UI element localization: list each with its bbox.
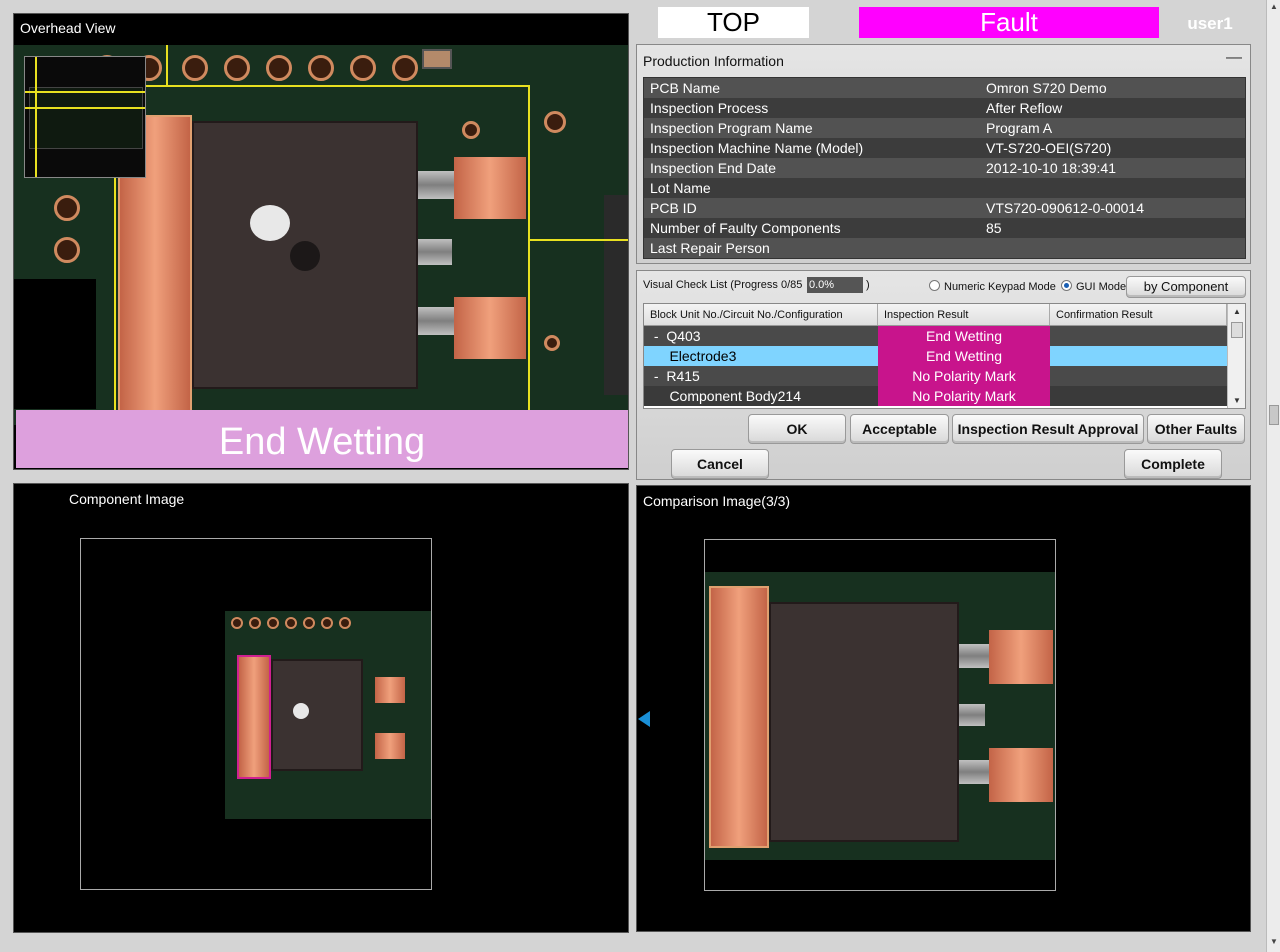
overhead-view-panel: Overhead View End Wetting [13, 13, 629, 470]
production-information-title: Production Information [643, 53, 784, 69]
comparison-image-title: Comparison Image(3/3) [643, 493, 791, 509]
comparison-image [705, 572, 1055, 860]
row-name: - Q403 [650, 328, 701, 344]
check-list-label-close: ) [866, 279, 870, 291]
scroll-thumb[interactable] [1231, 322, 1243, 338]
column-header-configuration[interactable]: Block Unit No./Circuit No./Configuration [644, 304, 878, 325]
component-image-panel: Component Image [13, 483, 629, 933]
info-value [986, 178, 1245, 198]
info-value: Program A [986, 120, 1053, 136]
info-row: Inspection End Date 2012-10-10 18:39:41 [644, 158, 1245, 178]
gui-mode-radio[interactable] [1061, 280, 1072, 291]
column-header-confirmation-result[interactable]: Confirmation Result [1050, 304, 1227, 325]
row-result: No Polarity Mark [878, 366, 1050, 386]
scroll-down-icon[interactable]: ▼ [1233, 396, 1241, 405]
info-value: VT-S720-OEI(S720) [986, 140, 1112, 156]
comparison-image-frame[interactable] [704, 539, 1056, 891]
info-row: PCB Name Omron S720 Demo [644, 78, 1245, 98]
component-image-title: Component Image [69, 491, 185, 507]
by-component-button[interactable]: by Component [1126, 276, 1246, 298]
board-side-label: TOP [658, 7, 809, 38]
production-info-table: PCB Name Omron S720 Demo Inspection Proce… [643, 77, 1246, 259]
info-key: Inspection Program Name [650, 120, 813, 136]
info-key: Lot Name [650, 180, 711, 196]
row-confirm [1050, 346, 1227, 366]
table-row[interactable]: Component Body214 No Polarity Mark [644, 386, 1245, 406]
arrow-left-icon[interactable] [638, 711, 650, 727]
ok-button[interactable]: OK [748, 414, 846, 444]
other-faults-button[interactable]: Other Faults [1147, 414, 1245, 444]
table-row[interactable]: Electrode3 End Wetting [644, 346, 1245, 366]
row-name: Electrode3 [650, 348, 737, 364]
info-value: 2012-10-10 18:39:41 [986, 160, 1116, 176]
fault-status-label: Fault [859, 7, 1159, 38]
info-value: 85 [986, 220, 1002, 236]
info-value: Omron S720 Demo [986, 80, 1107, 96]
numeric-keypad-mode-radio[interactable] [929, 280, 940, 291]
overhead-minimap[interactable] [24, 56, 146, 178]
info-row: Inspection Program Name Program A [644, 118, 1245, 138]
info-key: Last Repair Person [650, 240, 770, 256]
scroll-up-icon[interactable]: ▲ [1233, 307, 1241, 316]
check-list-label: Visual Check List (Progress 0/85 [643, 279, 803, 291]
info-key: Number of Faulty Components [650, 220, 841, 236]
gui-mode-label[interactable]: GUI Mode [1076, 281, 1126, 293]
scroll-thumb[interactable] [1269, 405, 1279, 425]
table-row[interactable]: - R415 No Polarity Mark [644, 366, 1245, 386]
info-row: PCB ID VTS720-090612-0-00014 [644, 198, 1245, 218]
inspection-result-approval-button[interactable]: Inspection Result Approval [952, 414, 1144, 444]
info-key: Inspection End Date [650, 160, 777, 176]
row-confirm [1050, 366, 1227, 386]
scroll-down-icon[interactable]: ▼ [1270, 938, 1278, 946]
info-value [986, 238, 1245, 258]
acceptable-button[interactable]: Acceptable [850, 414, 949, 444]
check-list-table: Block Unit No./Circuit No./Configuration… [643, 303, 1246, 409]
info-key: Inspection Process [650, 100, 769, 116]
overhead-mask [14, 279, 96, 409]
row-result: End Wetting [878, 326, 1050, 346]
row-result: No Polarity Mark [878, 386, 1050, 406]
info-value: After Reflow [986, 100, 1063, 116]
user-name: user1 [1187, 14, 1233, 33]
component-image [225, 611, 431, 819]
component-image-frame[interactable] [80, 538, 432, 890]
table-row[interactable]: - Q403 End Wetting [644, 326, 1245, 346]
row-name: - R415 [650, 368, 700, 384]
row-name: Component Body214 [650, 388, 801, 404]
info-row: Inspection Process After Reflow [644, 98, 1245, 118]
info-value: VTS720-090612-0-00014 [986, 200, 1145, 216]
fault-type-banner: End Wetting [16, 410, 628, 468]
info-row: Lot Name [644, 178, 1245, 198]
row-confirm [1050, 386, 1227, 406]
info-key: PCB Name [650, 80, 721, 96]
numeric-keypad-mode-label[interactable]: Numeric Keypad Mode [944, 281, 1056, 293]
comparison-image-panel: Comparison Image(3/3) [636, 485, 1251, 932]
info-row: Number of Faulty Components 85 [644, 218, 1245, 238]
window-scrollbar[interactable]: ▲ ▼ [1266, 0, 1280, 952]
info-row: Last Repair Person [644, 238, 1245, 258]
row-result: End Wetting [878, 346, 1050, 366]
visual-check-list-panel: Visual Check List (Progress 0/85 0.0% ) … [636, 270, 1251, 480]
check-list-scrollbar[interactable]: ▲ ▼ [1227, 304, 1245, 408]
production-information-panel: Production Information — PCB Name Omron S… [636, 44, 1251, 264]
info-row: Inspection Machine Name (Model) VT-S720-O… [644, 138, 1245, 158]
cancel-button[interactable]: Cancel [671, 449, 769, 479]
scroll-up-icon[interactable]: ▲ [1270, 3, 1278, 11]
overhead-view-title: Overhead View [20, 20, 116, 36]
progress-indicator: 0.0% [807, 277, 863, 293]
minus-icon[interactable]: — [1226, 49, 1242, 67]
info-key: PCB ID [650, 200, 697, 216]
check-list-header: Block Unit No./Circuit No./Configuration… [644, 304, 1245, 326]
column-header-inspection-result[interactable]: Inspection Result [878, 304, 1050, 325]
complete-button[interactable]: Complete [1124, 449, 1222, 479]
info-key: Inspection Machine Name (Model) [650, 140, 864, 156]
row-confirm [1050, 326, 1227, 346]
